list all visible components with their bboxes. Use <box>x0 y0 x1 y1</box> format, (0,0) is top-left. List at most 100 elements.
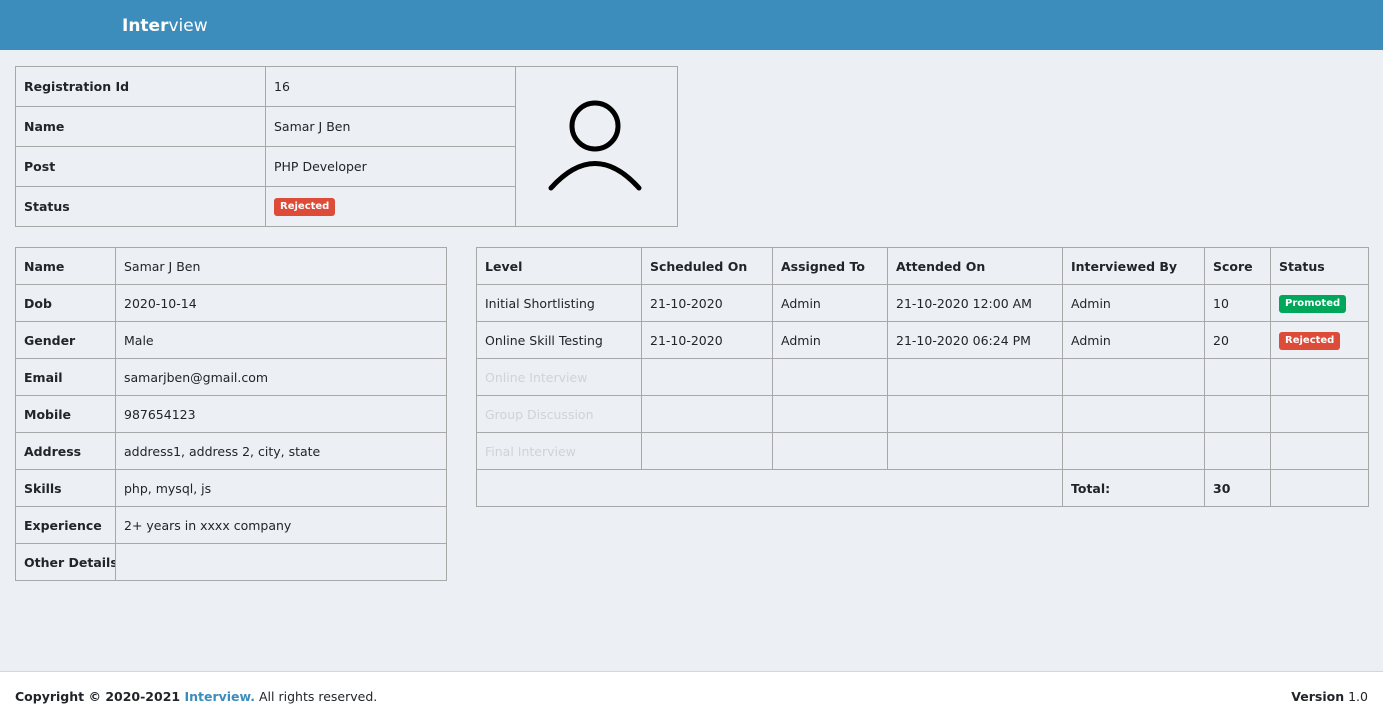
total-label: Total: <box>1062 469 1205 507</box>
interviewed-by <box>1062 358 1205 396</box>
attended-on: 21-10-2020 12:00 AM <box>887 284 1063 322</box>
column-header-level: Level <box>476 247 642 285</box>
column-header-score: Score <box>1204 247 1271 285</box>
summary-value: 16 <box>265 66 516 107</box>
scheduled-on <box>641 395 773 433</box>
level-status-cell: Promoted <box>1270 284 1369 322</box>
details-row: Address address1, address 2, city, state <box>15 432 447 470</box>
footer-brand-link[interactable]: Interview. <box>184 689 255 704</box>
details-row: Other Details <box>15 543 447 581</box>
version-number: 1.0 <box>1348 689 1368 704</box>
details-value: php, mysql, js <box>115 469 447 507</box>
copyright-text: Copyright © 2020-2021 Interview. All rig… <box>15 689 377 704</box>
attended-on <box>887 358 1063 396</box>
assigned-to <box>772 395 888 433</box>
details-row: Name Samar J Ben <box>15 247 447 285</box>
details-value: samarjben@gmail.com <box>115 358 447 396</box>
column-header-assigned-to: Assigned To <box>772 247 888 285</box>
attended-on <box>887 395 1063 433</box>
score <box>1204 395 1271 433</box>
summary-label: Post <box>15 146 266 187</box>
assigned-to <box>772 432 888 470</box>
candidate-summary-table: Registration Id 16 Name Samar J Ben Post… <box>15 66 678 227</box>
details-label: Other Details <box>15 543 116 581</box>
user-avatar-icon <box>548 100 641 191</box>
details-row: Mobile 987654123 <box>15 395 447 433</box>
level-name: Group Discussion <box>476 395 642 433</box>
summary-status-cell: Rejected <box>265 186 516 227</box>
levels-header-row: Level Scheduled On Assigned To Attended … <box>476 247 1369 285</box>
details-row: Experience 2+ years in xxxx company <box>15 506 447 544</box>
version-label: Version <box>1291 689 1345 704</box>
column-header-interviewed-by: Interviewed By <box>1062 247 1205 285</box>
brand-bold-text: Inter <box>122 16 169 36</box>
table-row: Online Interview <box>476 358 1369 396</box>
details-value: 987654123 <box>115 395 447 433</box>
level-status-cell <box>1270 358 1369 396</box>
details-row: Dob 2020-10-14 <box>15 284 447 322</box>
assigned-to: Admin <box>772 284 888 322</box>
copyright-suffix: All rights reserved. <box>255 689 378 704</box>
score <box>1204 358 1271 396</box>
details-row: Email samarjben@gmail.com <box>15 358 447 396</box>
level-name: Initial Shortlisting <box>476 284 642 322</box>
details-label: Skills <box>15 469 116 507</box>
assigned-to <box>772 358 888 396</box>
score: 20 <box>1204 321 1271 359</box>
details-value: Male <box>115 321 447 359</box>
interviewed-by: Admin <box>1062 321 1205 359</box>
details-value: address1, address 2, city, state <box>115 432 447 470</box>
status-badge: Rejected <box>1279 331 1341 350</box>
attended-on: 21-10-2020 06:24 PM <box>887 321 1063 359</box>
scheduled-on: 21-10-2020 <box>641 321 773 359</box>
details-label: Dob <box>15 284 116 322</box>
interviewed-by <box>1062 395 1205 433</box>
candidate-photo <box>515 66 678 227</box>
summary-label: Name <box>15 106 266 147</box>
summary-label: Status <box>15 186 266 227</box>
summary-row: Registration Id 16 <box>15 66 678 227</box>
total-score: 30 <box>1204 469 1271 507</box>
score: 10 <box>1204 284 1271 322</box>
assigned-to: Admin <box>772 321 888 359</box>
details-label: Mobile <box>15 395 116 433</box>
details-label: Address <box>15 432 116 470</box>
details-value: 2+ years in xxxx company <box>115 506 447 544</box>
table-row: Online Skill Testing 21-10-2020 Admin 21… <box>476 321 1369 359</box>
brand-light-text: view <box>168 16 208 36</box>
details-row: Gender Male <box>15 321 447 359</box>
brand-logo-link[interactable]: Interview <box>122 15 208 37</box>
column-header-attended-on: Attended On <box>887 247 1063 285</box>
column-header-scheduled-on: Scheduled On <box>641 247 773 285</box>
interviewed-by: Admin <box>1062 284 1205 322</box>
attended-on <box>887 432 1063 470</box>
scheduled-on <box>641 432 773 470</box>
version-info: Version 1.0 <box>1291 689 1368 704</box>
summary-value: PHP Developer <box>265 146 516 187</box>
summary-value: Samar J Ben <box>265 106 516 147</box>
interviewed-by <box>1062 432 1205 470</box>
status-badge: Promoted <box>1279 294 1347 313</box>
level-name: Final Interview <box>476 432 642 470</box>
details-label: Email <box>15 358 116 396</box>
scheduled-on: 21-10-2020 <box>641 284 773 322</box>
status-badge: Rejected <box>274 198 336 216</box>
top-navbar: Interview <box>0 0 1383 50</box>
level-name: Online Interview <box>476 358 642 396</box>
table-row: Group Discussion <box>476 395 1369 433</box>
level-status-cell: Rejected <box>1270 321 1369 359</box>
copyright-prefix: Copyright © 2020-2021 <box>15 689 185 704</box>
details-row: Skills php, mysql, js <box>15 469 447 507</box>
details-label: Gender <box>15 321 116 359</box>
total-row: Total: 30 <box>476 469 1369 507</box>
level-status-cell <box>1270 432 1369 470</box>
table-row: Initial Shortlisting 21-10-2020 Admin 21… <box>476 284 1369 322</box>
total-spacer <box>476 469 1063 507</box>
score <box>1204 432 1271 470</box>
interview-levels-table: Level Scheduled On Assigned To Attended … <box>476 247 1369 507</box>
table-row: Final Interview <box>476 432 1369 470</box>
details-label: Experience <box>15 506 116 544</box>
page-footer: Copyright © 2020-2021 Interview. All rig… <box>0 671 1383 722</box>
details-value: 2020-10-14 <box>115 284 447 322</box>
level-name: Online Skill Testing <box>476 321 642 359</box>
